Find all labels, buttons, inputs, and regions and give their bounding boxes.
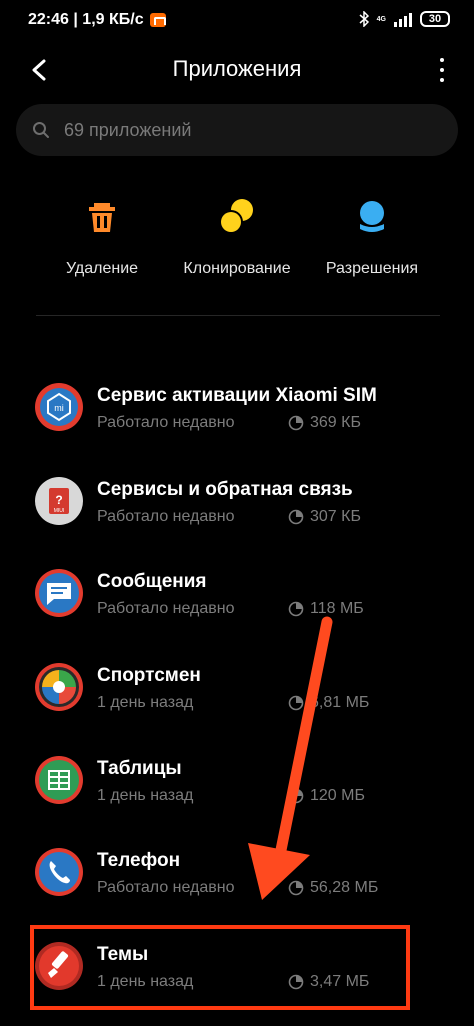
storage-pie-icon [288,601,304,617]
app-size-value: 307 КБ [310,508,361,525]
app-status: Работало недавно [97,508,235,525]
status-left: 22:46 | 1,9 КБ/с [28,11,166,29]
bluetooth-icon [359,11,369,27]
permissions-action[interactable]: Разрешения [292,196,452,278]
app-header: Приложения [0,46,474,94]
search-input[interactable] [64,119,424,141]
app-list-item[interactable]: Сообщения Работало недавно 118 МБ [0,568,474,648]
app-status: Работало недавно [97,600,235,617]
app-status: Работало недавно [97,414,235,431]
app-size-value: 369 КБ [310,414,361,431]
app-size: 56,28 МБ [288,879,378,897]
storage-pie-icon [288,509,304,525]
storage-pie-icon [288,415,304,431]
app-name: Сервис активации Xiaomi SIM [97,385,377,406]
app-list-item[interactable]: Таблицы 1 день назад 120 МБ [0,755,474,835]
app-name: Сервисы и обратная связь [97,479,353,500]
svg-text:?: ? [55,493,62,507]
app-list-item[interactable]: Телефон Работало недавно 56,28 МБ [0,847,474,927]
search-bar[interactable] [16,104,458,156]
app-status: Работало недавно [97,879,235,896]
svg-text:MIUI: MIUI [54,508,65,514]
quick-actions: Удаление Клонирование Разрешения [0,196,474,286]
app-list-item[interactable]: mi Сервис активации Xiaomi SIM Работало … [0,382,474,462]
app-list-item[interactable]: ? MIUI Сервисы и обратная связь Работало… [0,476,474,556]
storage-pie-icon [288,788,304,804]
trash-icon [89,203,115,232]
more-options-icon[interactable] [438,58,446,82]
app-name: Сообщения [97,571,207,592]
storage-pie-icon [288,880,304,896]
storage-pie-icon [288,695,304,711]
status-right: 4G 30 [359,11,450,27]
page-title: Приложения [172,56,302,81]
battery-icon: 30 [420,11,450,27]
permissions-icon [360,201,384,232]
permissions-label: Разрешения [325,260,419,277]
app-size: 120 МБ [288,787,365,805]
mi-notification-icon [149,13,166,27]
svg-text:mi: mi [54,403,64,413]
sheets-icon [35,756,83,804]
battery-level: 30 [428,13,442,25]
app-name: Телефон [97,850,181,871]
highlight-box [30,925,410,1010]
signal-icon [394,11,412,27]
divider [36,315,440,316]
app-list-item[interactable]: Спортсмен 1 день назад 6,81 МБ [0,662,474,742]
xiaomi-sim-icon: mi [35,383,83,431]
phone-icon [35,848,83,896]
feedback-icon: ? MIUI [35,477,83,525]
status-bar: 22:46 | 1,9 КБ/с 4G 30 [0,0,474,44]
network-type-label: 4G [376,15,386,23]
app-size: 6,81 МБ [288,694,369,712]
app-size-value: 120 МБ [310,787,365,804]
app-size: 307 КБ [288,508,361,526]
app-size-value: 56,28 МБ [310,879,379,896]
app-size: 118 МБ [288,600,364,618]
app-size-value: 118 МБ [310,600,364,617]
app-status: 1 день назад [97,787,194,804]
sportsman-icon [35,663,83,711]
app-size-value: 6,81 МБ [310,694,370,711]
status-time-speed: 22:46 | 1,9 КБ/с [28,11,144,28]
clone-icon [219,199,253,234]
app-status: 1 день назад [97,694,194,711]
app-name: Спортсмен [97,665,201,686]
search-icon [33,122,49,138]
messages-icon [35,569,83,617]
app-size: 369 КБ [288,414,361,432]
app-name: Таблицы [97,758,182,779]
